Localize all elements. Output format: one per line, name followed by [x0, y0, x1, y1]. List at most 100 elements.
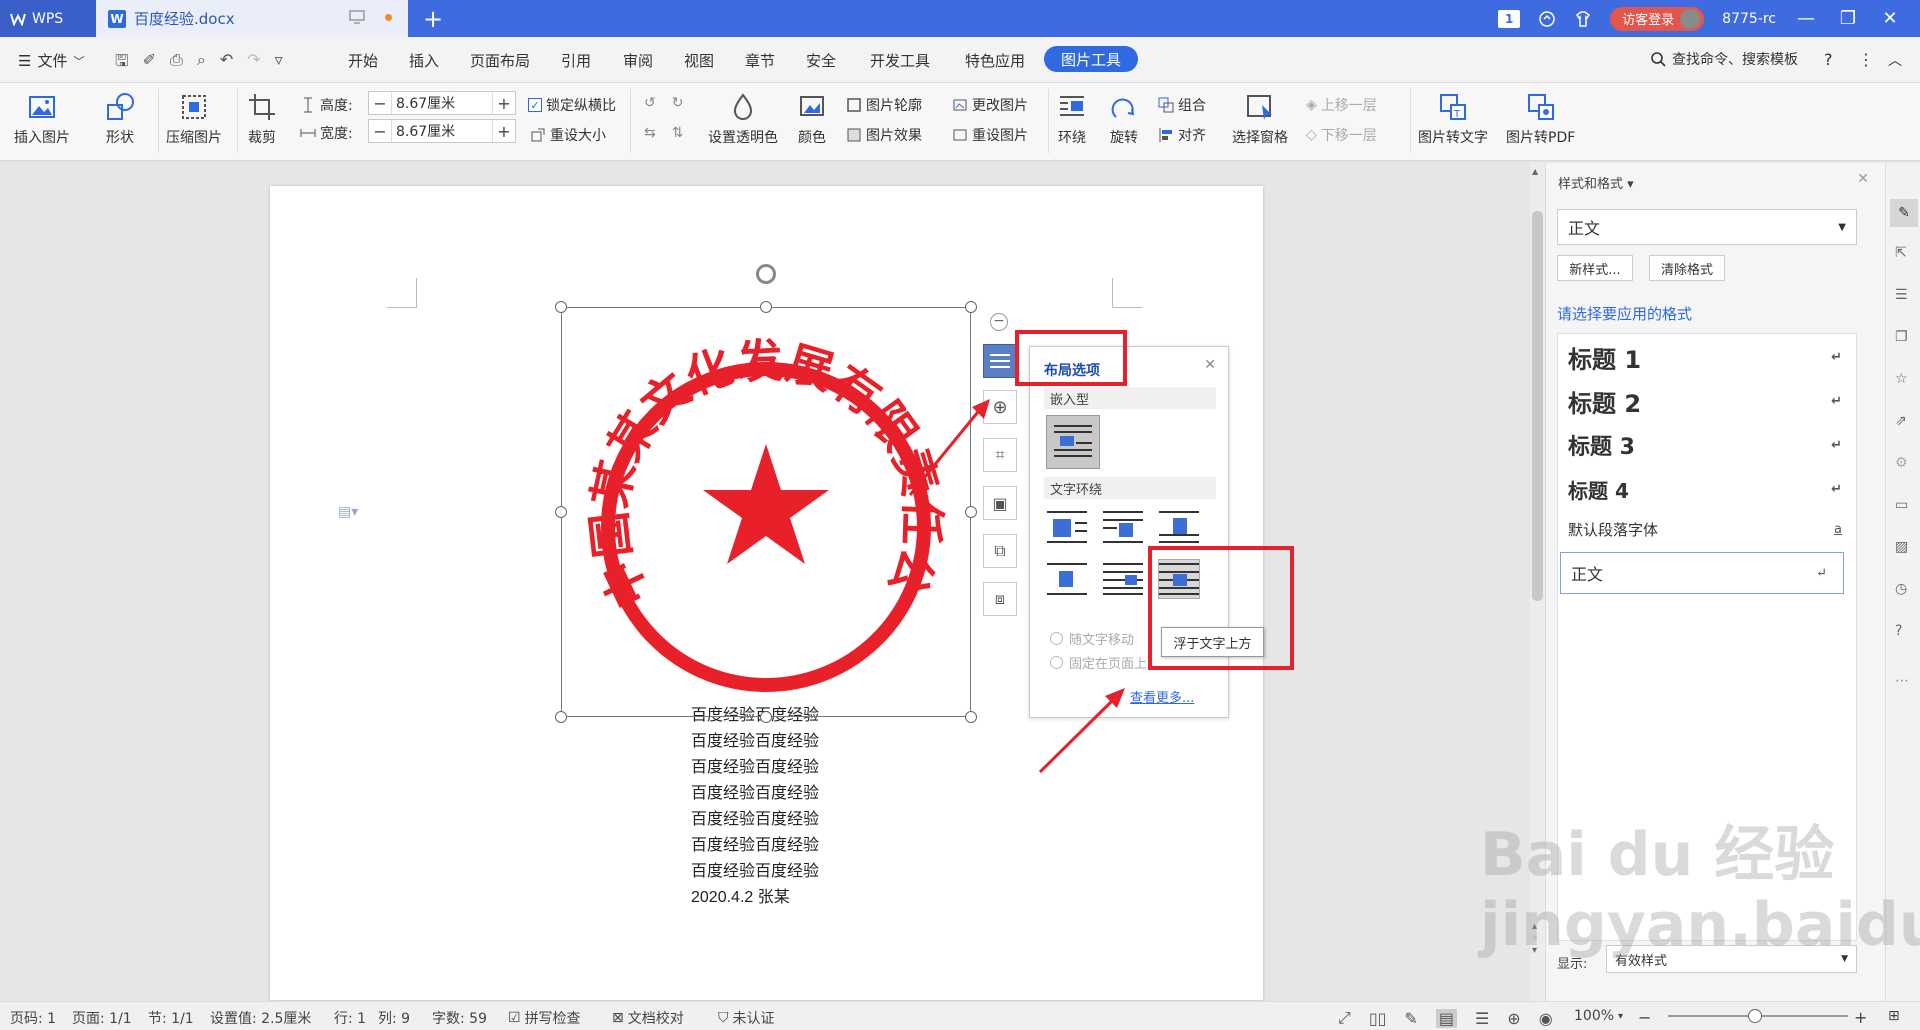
- signature-line[interactable]: 2020.4.2 张某: [691, 883, 790, 907]
- read-mode-icon[interactable]: ▯▯: [1369, 1009, 1387, 1028]
- rotate-handle-icon[interactable]: [756, 264, 776, 284]
- clipboard-icon[interactable]: ❐: [1895, 329, 1908, 345]
- undo-icon[interactable]: ↶: [220, 50, 233, 77]
- zoom-dropdown[interactable]: 100% ▾: [1574, 1008, 1623, 1024]
- clear-format-button[interactable]: 清除格式: [1649, 255, 1725, 281]
- resize-handle[interactable]: [965, 711, 977, 723]
- tab-chapter[interactable]: 章节: [745, 50, 775, 71]
- spell-check-button[interactable]: ☑ 拼写检查: [508, 1008, 581, 1028]
- resize-handle[interactable]: [555, 711, 567, 723]
- height-stepper[interactable]: − 8.67厘米 +: [368, 91, 516, 115]
- write-mode-icon[interactable]: ✎: [1404, 1009, 1417, 1028]
- picture-to-text-button[interactable]: T 图片转文字: [1418, 91, 1488, 147]
- height-decrement[interactable]: −: [369, 94, 391, 113]
- select-cursor-icon[interactable]: ⇱: [1895, 245, 1907, 261]
- more-icon[interactable]: ⋯: [1895, 673, 1909, 689]
- status-word-count[interactable]: 字数: 59: [432, 1008, 487, 1028]
- new-style-button[interactable]: 新样式...: [1557, 255, 1633, 281]
- new-tab-button[interactable]: +: [418, 4, 448, 34]
- tab-page-layout[interactable]: 页面布局: [470, 50, 530, 71]
- user-name[interactable]: 8775-rc: [1722, 11, 1776, 27]
- tab-references[interactable]: 引用: [561, 50, 591, 71]
- compress-picture-button[interactable]: 压缩图片: [166, 91, 222, 147]
- image-icon[interactable]: ▨: [1895, 539, 1908, 555]
- wrap-behind-option[interactable]: [1046, 559, 1088, 599]
- fixed-on-page-radio[interactable]: 固定在页面上: [1050, 653, 1147, 672]
- document-tab[interactable]: W 百度经验.docx: [96, 0, 408, 37]
- text-line[interactable]: 百度经验百度经验: [691, 753, 819, 777]
- width-stepper[interactable]: − 8.67厘米 +: [368, 119, 516, 143]
- resize-handle[interactable]: [965, 301, 977, 313]
- wrap-top-bottom-option[interactable]: [1158, 507, 1200, 547]
- text-line[interactable]: 百度经验百度经验: [691, 831, 819, 855]
- scroll-thumb[interactable]: [1532, 211, 1543, 601]
- change-picture-button[interactable]: 更改图片: [952, 95, 1028, 115]
- monitor-icon[interactable]: [349, 10, 365, 24]
- tab-start[interactable]: 开始: [348, 50, 378, 71]
- styles-pane-title[interactable]: 样式和格式 ▾: [1558, 173, 1634, 192]
- insert-picture-button[interactable]: 插入图片: [14, 91, 70, 147]
- wrap-inline-option[interactable]: [1046, 415, 1100, 469]
- style-item-heading-1[interactable]: 标题 1 ↵: [1558, 336, 1858, 378]
- flip-vertical-icon[interactable]: ⇅: [672, 125, 684, 141]
- share-icon[interactable]: ⇗: [1895, 413, 1907, 429]
- wrap-button[interactable]: 环绕: [1056, 91, 1088, 147]
- width-increment[interactable]: +: [493, 122, 515, 141]
- certification-status[interactable]: ⛉ 未认证: [718, 1008, 775, 1028]
- window-count-badge[interactable]: 1: [1498, 9, 1521, 28]
- scroll-up-icon[interactable]: ▲: [1532, 167, 1538, 176]
- resize-handle[interactable]: [555, 506, 567, 518]
- text-line[interactable]: 百度经验百度经验: [691, 727, 819, 751]
- wrap-tight-option[interactable]: [1102, 507, 1144, 547]
- help-icon[interactable]: ?: [1824, 50, 1833, 69]
- restore-icon[interactable]: ❐: [1836, 8, 1860, 29]
- file-menu[interactable]: ☰ 文件 ﹀: [18, 50, 84, 71]
- resize-handle[interactable]: [760, 301, 772, 313]
- style-item-heading-2[interactable]: 标题 2 ↵: [1558, 380, 1858, 422]
- page-nav-icons[interactable]: ▴ ◦ ▾: [1532, 921, 1538, 957]
- show-style-select[interactable]: 有效样式 ▼: [1606, 945, 1857, 973]
- wrap-through-option[interactable]: [1102, 559, 1144, 599]
- text-line[interactable]: 百度经验百度经验: [691, 857, 819, 881]
- style-format-icon[interactable]: ✎: [1890, 199, 1918, 227]
- zoom-out-button[interactable]: −: [1638, 1008, 1651, 1027]
- tab-insert[interactable]: 插入: [409, 50, 439, 71]
- rotate-button[interactable]: 旋转: [1108, 91, 1140, 147]
- tab-features[interactable]: 特色应用: [965, 50, 1025, 71]
- login-button[interactable]: 访客登录: [1610, 6, 1705, 31]
- bring-forward-button[interactable]: ◈ 上移一层: [1306, 95, 1377, 115]
- selection-pane-button[interactable]: 选择窗格: [1232, 91, 1288, 147]
- collapse-tools-icon[interactable]: −: [990, 313, 1008, 331]
- vertical-scrollbar[interactable]: ▲ ▴ ◦ ▾: [1530, 163, 1545, 1001]
- lock-ratio-checkbox[interactable]: ✓ 锁定纵横比: [528, 95, 616, 115]
- group-button[interactable]: 组合: [1158, 95, 1206, 115]
- style-item-heading-4[interactable]: 标题 4 ↵: [1558, 468, 1858, 510]
- set-transparent-button[interactable]: 设置透明色: [708, 91, 778, 147]
- archive-icon[interactable]: ▭: [1895, 497, 1908, 513]
- tab-security[interactable]: 安全: [806, 50, 836, 71]
- format-painter-icon[interactable]: ✐: [143, 50, 156, 77]
- resize-handle[interactable]: [555, 301, 567, 313]
- text-line[interactable]: 百度经验百度经验: [691, 805, 819, 829]
- minimize-icon[interactable]: —: [1794, 8, 1818, 29]
- layout-options-button[interactable]: [983, 344, 1017, 378]
- flip-horizontal-icon[interactable]: ⇆: [644, 125, 656, 141]
- tab-developer[interactable]: 开发工具: [870, 50, 930, 71]
- close-icon[interactable]: ✕: [1204, 357, 1216, 373]
- more-dropdown-icon[interactable]: ▿: [275, 50, 283, 77]
- outline-view-icon[interactable]: ☰: [1475, 1009, 1489, 1028]
- status-page[interactable]: 页码: 1: [10, 1008, 56, 1028]
- star-icon[interactable]: ☆: [1895, 371, 1908, 387]
- page-view-icon[interactable]: ▤: [1435, 1008, 1457, 1028]
- wrap-square-option[interactable]: [1046, 507, 1088, 547]
- style-item-body[interactable]: 正文 ↵: [1560, 552, 1844, 594]
- save-icon[interactable]: 🖫: [115, 50, 129, 77]
- text-line[interactable]: 百度经验百度经验: [691, 779, 819, 803]
- doc-proof-button[interactable]: ⊠ 文档校对: [612, 1008, 684, 1028]
- fit-page-icon[interactable]: ⊞: [1888, 1008, 1900, 1024]
- resize-handle[interactable]: [965, 506, 977, 518]
- color-button[interactable]: 颜色: [796, 91, 828, 147]
- align-button[interactable]: 对齐: [1158, 125, 1206, 145]
- command-search[interactable]: 查找命令、搜索模板: [1650, 49, 1798, 69]
- close-icon[interactable]: ✕: [1857, 171, 1869, 187]
